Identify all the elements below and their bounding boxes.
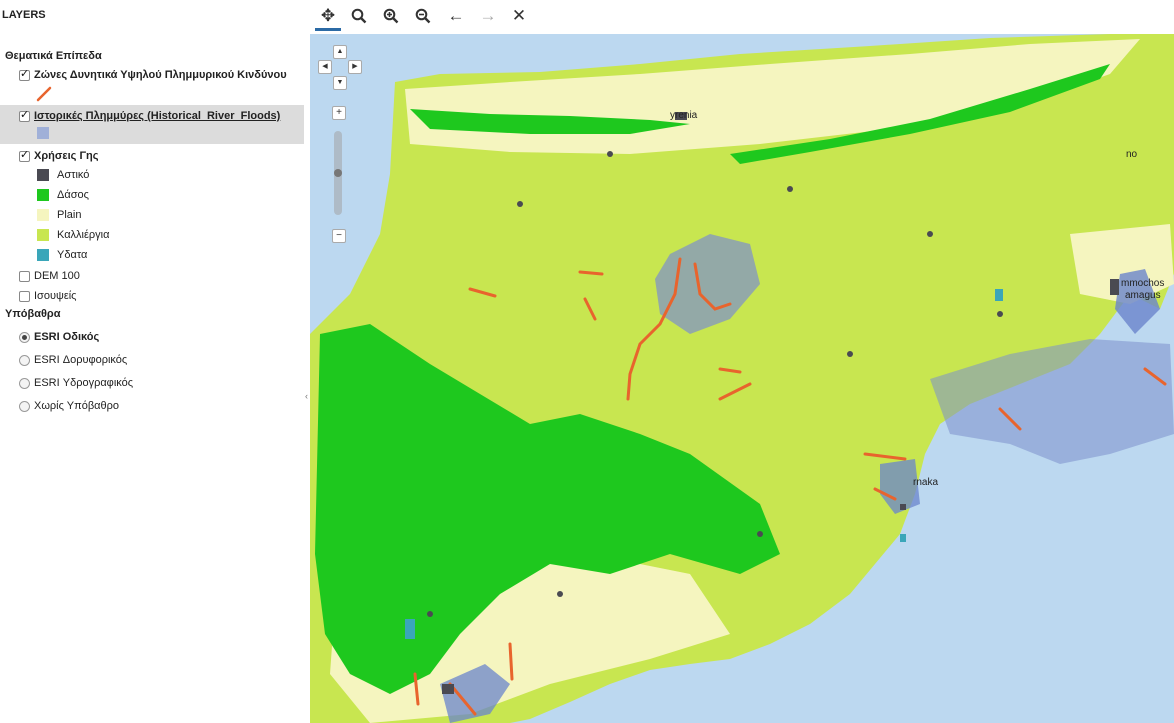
legend-label: Plain <box>57 209 82 221</box>
basemap-radio[interactable] <box>19 400 30 412</box>
zoom-slider-handle[interactable] <box>334 169 342 177</box>
zoom-out-button[interactable]: − <box>332 229 346 243</box>
full-extent-tool-button[interactable]: ✕ <box>506 3 532 29</box>
map-canvas[interactable] <box>310 34 1174 723</box>
pan-right-button[interactable]: ▶ <box>348 60 362 74</box>
basemap-label: ESRI Δορυφορικός <box>34 354 128 366</box>
legend-swatch <box>37 189 49 201</box>
arrow-left-icon: ← <box>447 6 465 25</box>
legend-label: Δάσος <box>57 189 89 201</box>
legend-swatch <box>37 229 49 241</box>
full-extent-icon: ✕ <box>511 6 527 25</box>
basemap-label: ESRI Οδικός <box>34 331 100 343</box>
place-label-fragment: no <box>1126 149 1138 160</box>
place-label-kyrenia: yrenia <box>670 110 698 121</box>
flood-zones-checkbox[interactable] <box>19 67 30 81</box>
magnifier-icon <box>351 8 367 24</box>
map-view[interactable]: ▲ ◀ ▶ ▼ + − yrenia mmochos amagus rnaka … <box>310 34 1174 723</box>
pan-icon: ✥ <box>320 6 336 25</box>
basemap-radio[interactable] <box>19 377 30 389</box>
flood-zones-label: Ζώνες Δυνητικά Υψηλού Πλημμυρικού Κινδύν… <box>34 69 287 81</box>
historical-floods-label: Ιστορικές Πλημμύρες (Historical_River_Fl… <box>34 110 281 122</box>
basemap-group-title: Υπόβαθρα <box>5 308 61 320</box>
legend-item-water: Υδατα <box>37 246 87 264</box>
legend-item-crops: Καλλιέργια <box>37 226 109 244</box>
pan-left-button[interactable]: ◀ <box>318 60 332 74</box>
basemap-radio[interactable] <box>19 354 30 366</box>
legend-item-forest: Δάσος <box>37 186 89 204</box>
landuse-checkbox[interactable] <box>19 148 30 162</box>
legend-swatch <box>37 169 49 181</box>
zoom-in-tool-button[interactable] <box>378 3 404 29</box>
basemap-esri-road[interactable]: ESRI Οδικός <box>19 328 99 346</box>
historical-floods-swatch <box>37 127 49 139</box>
back-tool-button[interactable]: ← <box>443 3 469 29</box>
legend-label: Αστικό <box>57 169 90 181</box>
place-label-larnaka: rnaka <box>913 477 939 488</box>
layer-contours[interactable]: Ισουψείς <box>19 287 76 305</box>
panel-title: LAYERS <box>2 9 46 21</box>
place-label-famagusta: amagus <box>1125 290 1161 301</box>
zoom-tool-button[interactable] <box>346 3 372 29</box>
basemap-radio[interactable] <box>19 331 30 343</box>
thematic-group-title: Θεματικά Επίπεδα <box>5 50 102 62</box>
basemap-label: Χωρίς Υπόβαθρο <box>34 400 120 412</box>
zoom-in-button[interactable]: + <box>332 106 346 120</box>
map-toolbar: ✥ ← → ✕ <box>310 0 1174 34</box>
layers-panel: LAYERS Θεματικά Επίπεδα Ζώνες Δυνητικά Υ… <box>0 0 305 723</box>
historical-floods-checkbox[interactable] <box>19 108 30 122</box>
arrow-right-icon: → <box>479 6 497 25</box>
pan-down-button[interactable]: ▼ <box>333 76 347 90</box>
legend-item-urban: Αστικό <box>37 166 89 184</box>
legend-label: Καλλιέργια <box>57 229 110 241</box>
pan-tool-button[interactable]: ✥ <box>315 3 341 31</box>
layer-landuse[interactable]: Χρήσεις Γης <box>19 147 99 165</box>
zoom-out-tool-button[interactable] <box>410 3 436 29</box>
dem-label: DEM 100 <box>34 270 80 282</box>
legend-item-plain: Plain <box>37 206 81 224</box>
layer-flood-zones[interactable]: Ζώνες Δυνητικά Υψηλού Πλημμυρικού Κινδύν… <box>19 66 287 84</box>
legend-swatch <box>37 249 49 261</box>
legend-label: Υδατα <box>57 249 88 261</box>
pan-up-button[interactable]: ▲ <box>333 45 347 59</box>
layer-historical-floods[interactable]: Ιστορικές Πλημμύρες (Historical_River_Fl… <box>19 107 280 125</box>
contours-label: Ισουψείς <box>34 290 77 302</box>
layer-dem[interactable]: DEM 100 <box>19 267 80 285</box>
zoom-in-icon <box>383 8 399 24</box>
flood-zone-line-icon <box>36 86 52 105</box>
zoom-out-icon <box>415 8 431 24</box>
basemap-label: ESRI Υδρογραφικός <box>34 377 134 389</box>
forward-tool-button[interactable]: → <box>475 3 501 29</box>
dem-checkbox[interactable] <box>19 270 30 282</box>
place-label-ammochostos: mmochos <box>1121 278 1165 289</box>
contours-checkbox[interactable] <box>19 290 30 302</box>
legend-swatch <box>37 209 49 221</box>
landuse-label: Χρήσεις Γης <box>34 150 99 162</box>
basemap-esri-satellite[interactable]: ESRI Δορυφορικός <box>19 351 127 369</box>
basemap-none[interactable]: Χωρίς Υπόβαθρο <box>19 397 119 415</box>
basemap-esri-hydro[interactable]: ESRI Υδρογραφικός <box>19 374 133 392</box>
